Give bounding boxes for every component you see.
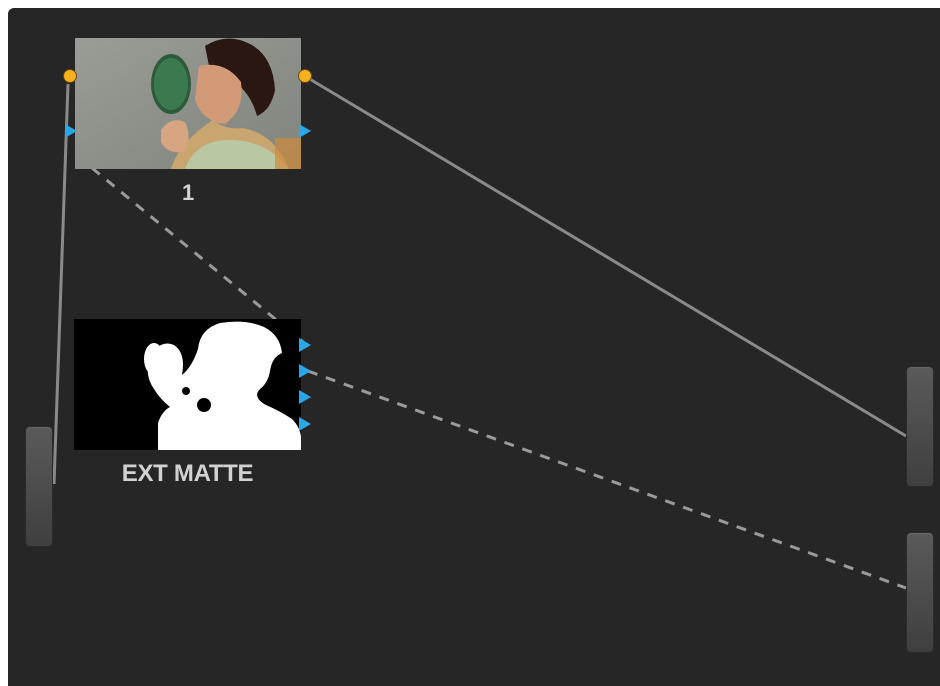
wire-node1-key-to-output1	[307, 76, 907, 438]
node-1-label: 1	[182, 180, 194, 205]
node-1[interactable]	[75, 38, 301, 169]
wire-dashed-matte-to-output2	[307, 369, 907, 590]
node-1-rgb-output-port[interactable]	[299, 124, 311, 138]
node-1-key-output-port[interactable]	[298, 69, 312, 83]
ext-matte-output-port-1[interactable]	[299, 338, 311, 352]
ext-matte-output-port-2[interactable]	[299, 364, 311, 378]
ext-matte-output-port-4[interactable]	[299, 417, 311, 431]
node-ext-matte-label: EXT MATTE	[121, 460, 254, 487]
ext-matte-thumbnail	[74, 319, 301, 450]
ext-matte-output-port-3[interactable]	[299, 390, 311, 404]
output-handle-1[interactable]	[906, 366, 934, 487]
node-editor-canvas[interactable]: 1 EXT MATTE	[8, 8, 940, 686]
node-1-key-input-port[interactable]	[63, 69, 77, 83]
output-handle-2[interactable]	[906, 532, 934, 653]
node-1-rgb-input-port[interactable]	[65, 124, 77, 138]
node-1-thumbnail	[75, 38, 301, 169]
node-ext-matte[interactable]	[74, 319, 301, 450]
input-handle[interactable]	[25, 426, 53, 547]
wire-input-to-node1	[52, 83, 70, 485]
